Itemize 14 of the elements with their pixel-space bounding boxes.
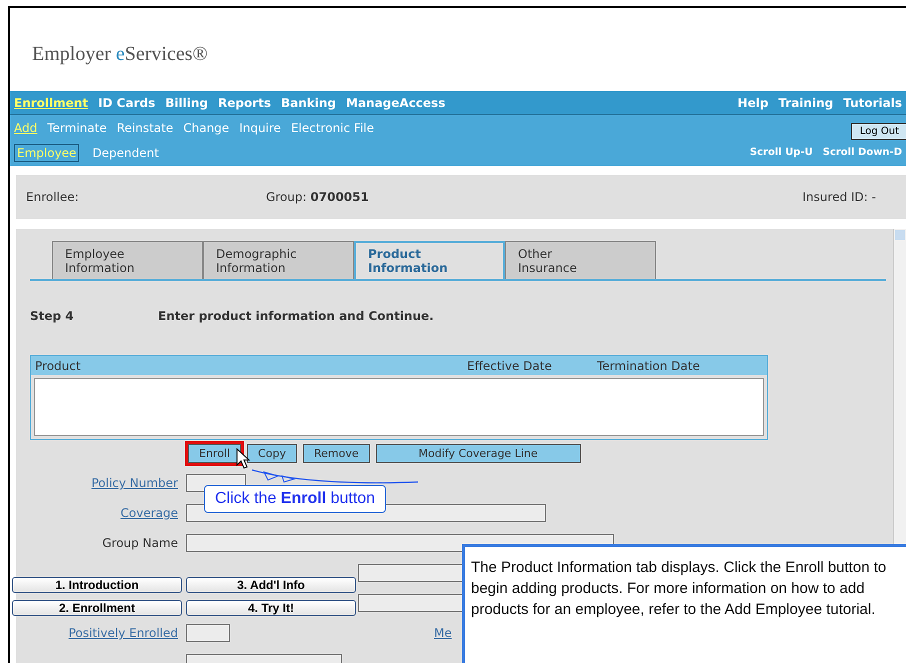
step-label: Step 4 bbox=[30, 309, 75, 323]
logo: Employer eServices® bbox=[32, 43, 208, 66]
tutorial-dialog: The Product Information tab displays. Click the Enroll button to begin adding products. For more information on how to add products for an employee, refer to the Add Employee tutorial. bbox=[462, 544, 906, 663]
insured-id-value: - bbox=[872, 190, 876, 204]
group-label: Group: bbox=[266, 190, 307, 204]
group-value: 0700051 bbox=[310, 190, 369, 204]
insured-id-label: Insured ID: bbox=[802, 190, 868, 204]
enrollee-label: Enrollee: bbox=[26, 190, 79, 204]
field-label: Group Name bbox=[102, 536, 178, 550]
callout-tooltip: Click the Enroll button bbox=[204, 485, 386, 513]
step-instruction: Enter product information and Continue. bbox=[158, 309, 434, 323]
column-header: Product bbox=[35, 358, 81, 372]
column-header: Effective Date bbox=[467, 358, 552, 372]
column-header: Termination Date bbox=[597, 358, 700, 372]
